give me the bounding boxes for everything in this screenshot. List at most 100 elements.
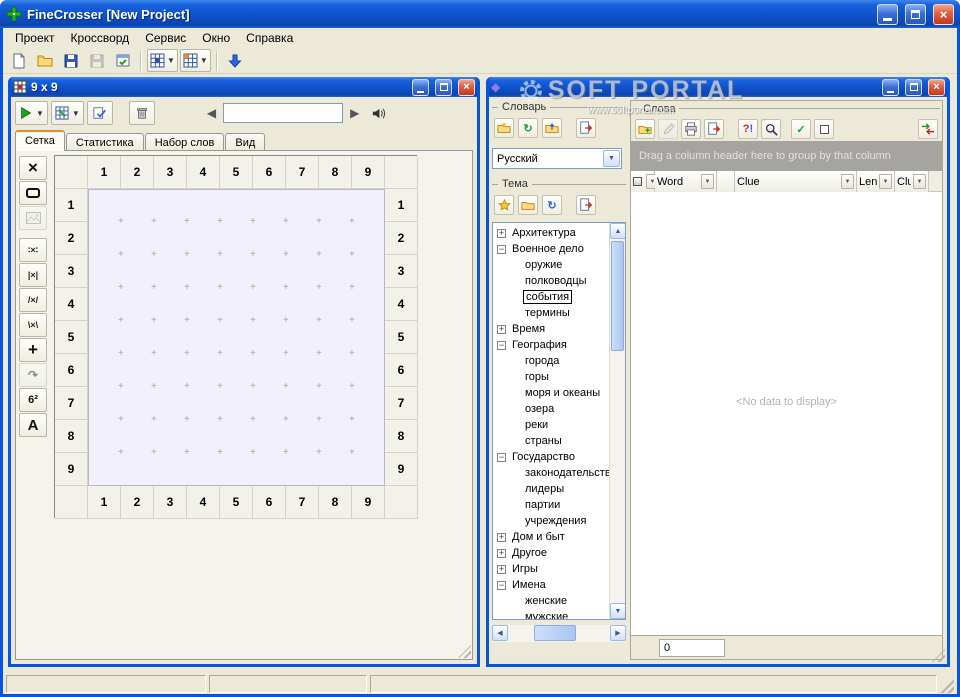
scroll-thumb[interactable] — [534, 625, 576, 641]
tree-item[interactable]: − Имена — [493, 577, 609, 593]
close-button[interactable]: × — [933, 3, 954, 25]
tree-item[interactable]: оружие — [493, 257, 609, 273]
symmetry-vertical-button[interactable]: |×| — [19, 263, 47, 287]
column-header-0[interactable]: ▼ — [631, 171, 659, 192]
tree-item-label[interactable]: мужские — [523, 611, 570, 619]
tree-item-label[interactable]: Время — [510, 323, 547, 335]
scroll-up-icon[interactable]: ▲ — [610, 223, 625, 239]
tree-item-label[interactable]: Военное дело — [510, 243, 586, 255]
tree-toggle-icon[interactable]: − — [497, 580, 506, 590]
word-search-input[interactable] — [223, 103, 344, 123]
grid-cells[interactable]: + + + + + + + + + + + + + + + + + + + + + + + + + + + + + + + + + + + + + + + +… — [88, 189, 385, 486]
grid-close-button[interactable]: × — [458, 78, 475, 96]
language-select[interactable]: Русский ▼ — [492, 148, 622, 169]
tree-item-label[interactable]: партии — [523, 499, 562, 511]
tree-toggle-icon[interactable]: + — [497, 564, 506, 574]
uncheck-all-button[interactable] — [814, 119, 834, 139]
tree-item-label[interactable]: города — [523, 355, 561, 367]
menu-item-3[interactable]: Окно — [194, 29, 238, 47]
words-close-button[interactable]: × — [928, 78, 945, 96]
tree-item-label[interactable]: реки — [523, 419, 550, 431]
tree-item-label[interactable]: Имена — [510, 579, 548, 591]
minimize-button[interactable] — [877, 3, 898, 25]
tree-item[interactable]: женские — [493, 593, 609, 609]
tree-item-label[interactable]: женские — [523, 595, 569, 607]
transfer-words-button[interactable] — [918, 119, 938, 139]
tree-item-label[interactable]: моря и океаны — [523, 387, 602, 399]
new-crossword-button[interactable]: ▼ — [147, 49, 178, 72]
column-header-Len[interactable]: Len ▼ — [857, 171, 895, 192]
tree-toggle-icon[interactable]: − — [497, 244, 506, 254]
column-filter-icon[interactable]: ▼ — [913, 174, 926, 189]
tree-item[interactable]: моря и океаны — [493, 385, 609, 401]
tree-item[interactable]: − Военное дело — [493, 241, 609, 257]
tree-item[interactable]: + Другое — [493, 545, 609, 561]
column-filter-icon[interactable]: ▼ — [841, 174, 854, 189]
check-all-button[interactable]: ✓ — [791, 119, 811, 139]
tree-item-label[interactable]: Игры — [510, 563, 540, 575]
tree-item-label[interactable]: Архитектура — [510, 227, 578, 239]
tree-toggle-icon[interactable]: + — [497, 324, 506, 334]
tree-item[interactable]: озера — [493, 401, 609, 417]
grid-minimize-button[interactable] — [412, 78, 429, 96]
tree-item-label[interactable]: География — [510, 339, 569, 351]
refresh-theme-button[interactable]: ↻ — [542, 195, 562, 215]
export-download-button[interactable] — [223, 49, 247, 72]
tree-item[interactable]: мужские — [493, 609, 609, 619]
menu-item-2[interactable]: Сервис — [137, 29, 194, 47]
tree-horizontal-scrollbar[interactable]: ◀ ▶ — [492, 625, 626, 642]
tree-item[interactable]: реки — [493, 417, 609, 433]
check-crossword-button[interactable] — [86, 101, 113, 125]
menu-item-4[interactable]: Справка — [238, 29, 301, 47]
symmetry-rotate-button[interactable]: \×\ — [19, 313, 47, 337]
find-clue-button[interactable]: ?! — [738, 119, 758, 139]
words-minimize-button[interactable] — [882, 78, 899, 96]
combo-dropdown-icon[interactable]: ▼ — [603, 150, 620, 167]
words-maximize-button[interactable] — [905, 78, 922, 96]
tree-item[interactable]: события — [493, 289, 609, 305]
tree-item[interactable]: полководцы — [493, 273, 609, 289]
exponent-button[interactable]: 6² — [19, 388, 47, 412]
menu-item-0[interactable]: Проект — [7, 29, 63, 47]
generate-grid-button[interactable]: ▼ — [50, 101, 84, 125]
tree-item-label[interactable]: события — [523, 290, 573, 304]
tree-toggle-icon[interactable]: − — [497, 340, 506, 350]
tree-item-label[interactable]: Другое — [510, 547, 549, 559]
tree-toggle-icon[interactable]: + — [497, 532, 506, 542]
previous-word-button[interactable]: ◀ — [203, 106, 220, 120]
new-project-button[interactable] — [7, 49, 31, 72]
tree-item[interactable]: законодательство — [493, 465, 609, 481]
grid-maximize-button[interactable] — [435, 78, 452, 96]
export-theme-button[interactable] — [576, 195, 596, 215]
save-project-button[interactable] — [59, 49, 83, 72]
tree-item-label[interactable]: учреждения — [523, 515, 588, 527]
tab-0[interactable]: Сетка — [15, 130, 65, 151]
tab-1[interactable]: Статистика — [65, 133, 144, 151]
scroll-right-icon[interactable]: ▶ — [610, 625, 626, 641]
refresh-dictionary-button[interactable]: ↻ — [518, 118, 538, 138]
scroll-down-icon[interactable]: ▼ — [610, 603, 625, 619]
tree-item-label[interactable]: лидеры — [523, 483, 566, 495]
redo-arrow-button[interactable]: ↷ — [19, 363, 47, 387]
fill-crossword-button[interactable]: ▼ — [15, 101, 48, 125]
print-words-button[interactable] — [681, 119, 701, 139]
tree-item[interactable]: + Игры — [493, 561, 609, 577]
tree-item-label[interactable]: полководцы — [523, 275, 589, 287]
new-dictionary-button[interactable] — [494, 118, 514, 138]
tree-toggle-icon[interactable]: + — [497, 228, 506, 238]
tree-toggle-icon[interactable]: − — [497, 452, 506, 462]
new-theme-button[interactable] — [494, 195, 514, 215]
crossword-grid[interactable]: 1 1 1 1 2 2 2 2 3 3 3 3 4 4 4 4 5 5 5 5 6 6 6 6 7 7 7 7 8 8 8 8 9 9 9 9 + + + +… — [54, 155, 418, 519]
tree-item-label[interactable]: страны — [523, 435, 564, 447]
column-header-Clu[interactable]: Clu ▼ — [895, 171, 929, 192]
tree-item[interactable]: лидеры — [493, 481, 609, 497]
maximize-button[interactable] — [905, 3, 926, 25]
symmetry-none-button[interactable]: ∶×∶ — [19, 238, 47, 262]
column-header-Word[interactable]: Word ▼ — [655, 171, 717, 192]
tree-item[interactable]: − Государство — [493, 449, 609, 465]
tree-item-label[interactable]: горы — [523, 371, 551, 383]
column-filter-icon[interactable]: ▼ — [701, 174, 714, 189]
tree-item[interactable]: страны — [493, 433, 609, 449]
save-as-button[interactable] — [85, 49, 109, 72]
crossword-layout-button[interactable]: ▼ — [179, 49, 211, 72]
